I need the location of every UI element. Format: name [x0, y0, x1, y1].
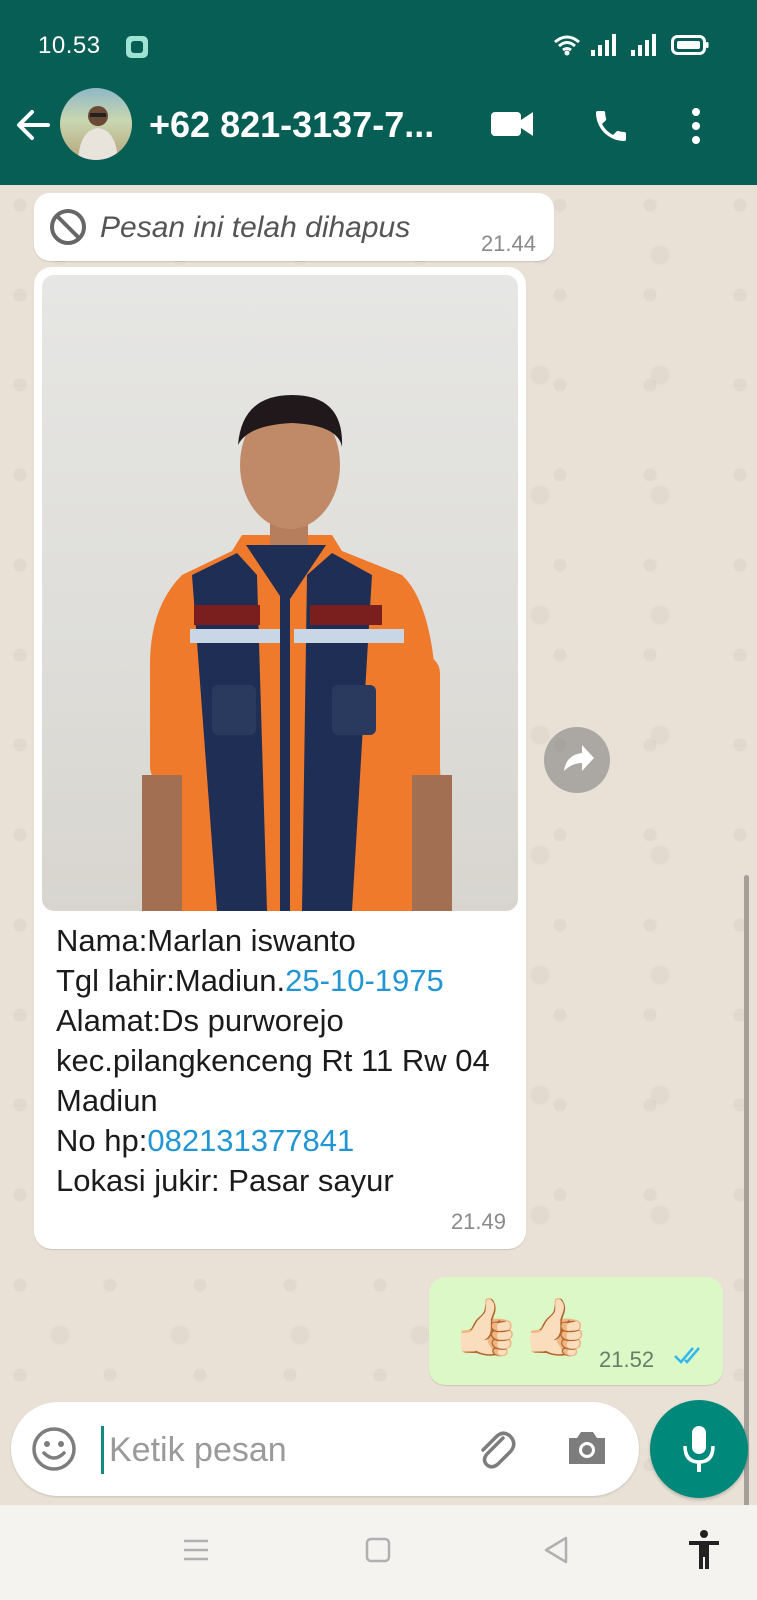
phone-icon[interactable]: [591, 106, 631, 146]
camera-icon[interactable]: [565, 1428, 609, 1468]
phone-link[interactable]: 082131377841: [147, 1123, 354, 1158]
back-nav-icon[interactable]: [542, 1535, 570, 1565]
photo[interactable]: [42, 275, 518, 911]
chat-header: +62 821-3137-7...: [0, 66, 757, 185]
scrollbar[interactable]: [744, 875, 749, 1505]
status-time: 10.53: [38, 32, 101, 59]
signal-icon: [631, 34, 656, 56]
image-message[interactable]: Nama:Marlan iswanto Tgl lahir:Madiun.25-…: [34, 267, 526, 1249]
message-time: 21.44: [480, 231, 536, 256]
deleted-message-text: Pesan ini telah dihapus: [100, 211, 411, 244]
home-icon[interactable]: [364, 1535, 392, 1565]
caption-address: Alamat:Ds purworejo kec.pilangkenceng Rt…: [56, 1003, 490, 1118]
ban-icon: [50, 209, 86, 245]
accessibility-icon[interactable]: [686, 1529, 722, 1571]
date-link[interactable]: 25-10-1975: [285, 963, 444, 998]
microphone-icon: [683, 1426, 715, 1472]
app-notification-icon: [126, 36, 148, 58]
thumbs-up-emoji: 👍🏻👍🏻: [451, 1295, 591, 1358]
caption-phone: No hp:082131377841: [56, 1123, 355, 1158]
status-icons: [553, 34, 709, 56]
message-composer: [11, 1402, 639, 1496]
message-caption: Nama:Marlan iswanto Tgl lahir:Madiun.25-…: [56, 921, 506, 1201]
message-input[interactable]: [107, 1424, 451, 1476]
video-call-icon[interactable]: [490, 106, 534, 142]
message-time: 21.52: [599, 1347, 655, 1372]
caption-birth: Tgl lahir:Madiun.25-10-1975: [56, 963, 444, 998]
system-nav-bar: [0, 1505, 757, 1600]
outgoing-message[interactable]: 👍🏻👍🏻 21.52: [429, 1277, 723, 1385]
contact-name[interactable]: +62 821-3137-7...: [149, 104, 459, 146]
forward-button[interactable]: [544, 727, 610, 793]
wifi-icon: [554, 35, 580, 56]
battery-icon: [671, 35, 709, 55]
attach-icon[interactable]: [473, 1426, 519, 1472]
signal-icon: [591, 34, 616, 56]
avatar[interactable]: [60, 88, 132, 160]
menu-icon[interactable]: [182, 1535, 210, 1565]
caption-location: Lokasi jukir: Pasar sayur: [56, 1163, 394, 1198]
chat-area[interactable]: Pesan ini telah dihapus 21.44 Nama:Marla…: [0, 185, 757, 1505]
voice-record-button[interactable]: [650, 1400, 748, 1498]
message-time: 21.49: [450, 1209, 506, 1234]
text-cursor: [101, 1426, 104, 1474]
status-bar: 10.53: [0, 0, 757, 66]
read-ticks-icon: [674, 1347, 700, 1364]
deleted-message[interactable]: Pesan ini telah dihapus 21.44: [34, 193, 554, 261]
more-vert-icon[interactable]: [688, 106, 704, 146]
caption-name: Nama:Marlan iswanto: [56, 923, 356, 958]
emoji-icon[interactable]: [31, 1426, 77, 1472]
back-arrow-icon[interactable]: [14, 106, 52, 144]
forward-icon: [564, 745, 594, 771]
